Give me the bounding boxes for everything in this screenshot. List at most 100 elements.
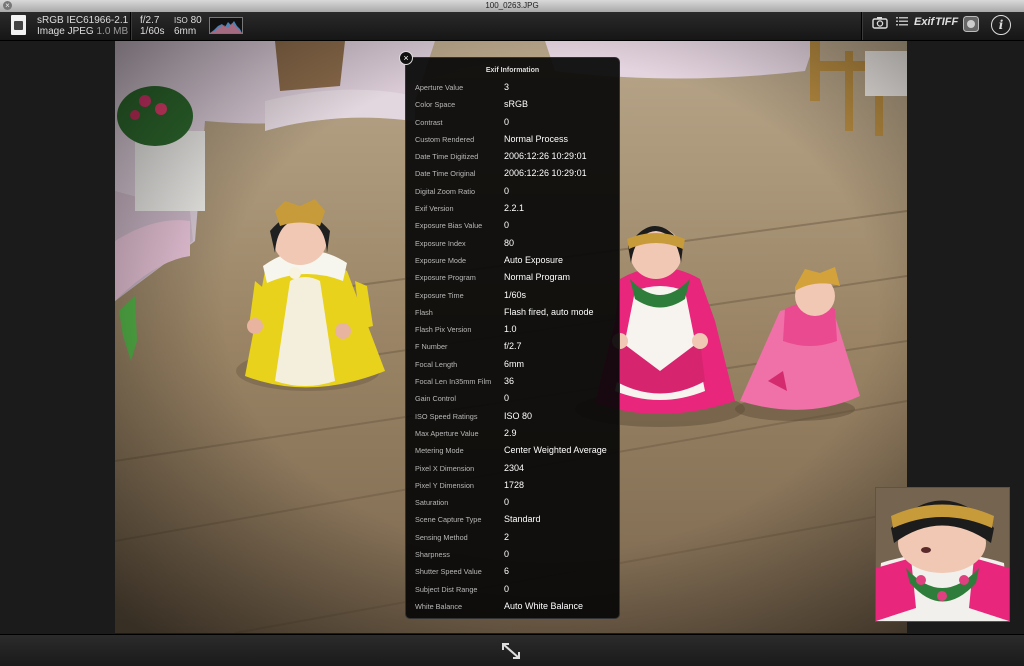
exif-row: Pixel X Dimension 2304 — [406, 460, 619, 477]
exif-key: Saturation — [415, 498, 449, 508]
exif-key: ISO Speed Ratings — [415, 411, 478, 421]
exif-value: 3 — [504, 82, 510, 92]
exif-value: 6 — [504, 566, 510, 577]
exif-tab[interactable]: Exif — [914, 16, 934, 28]
exif-key: Aperture Value — [415, 83, 464, 92]
exif-rows: Aperture Value 3 Color Space sRGB Contrast 0 C… — [406, 79, 619, 615]
exif-row: Pixel Y Dimension 1728 — [406, 477, 619, 494]
exif-value: 1.0 — [504, 324, 517, 335]
panel-close-icon[interactable]: × — [399, 51, 413, 65]
exif-row: Date Time Original 2006:12:26 10:29:01 — [406, 165, 619, 182]
info-icon[interactable]: i — [991, 15, 1011, 35]
exif-row: Color Space sRGB — [406, 96, 619, 113]
exif-key: Flash Pix Version — [415, 325, 472, 335]
exif-value: sRGB — [504, 99, 529, 110]
loupe-thumbnail[interactable] — [875, 487, 1010, 622]
exif-row: Aperture Value 3 — [406, 79, 619, 96]
gps-icon[interactable] — [963, 16, 979, 35]
file-type: Image JPEG — [37, 26, 94, 37]
file-size: 1.0 MB — [96, 26, 129, 37]
exif-value: 36 — [504, 376, 515, 387]
exif-value: 1/60s — [504, 289, 527, 300]
exif-row: ISO Speed Ratings ISO 80 — [406, 408, 619, 425]
exif-row: Digital Zoom Ratio 0 — [406, 183, 619, 200]
fullscreen-icon[interactable] — [500, 641, 522, 666]
iso-label: ISO — [174, 16, 188, 25]
exif-key: Shutter Speed Value — [415, 567, 482, 577]
exif-key: Flash — [415, 307, 433, 317]
exif-row: Subject Dist Range 0 — [406, 581, 619, 598]
exif-row: Date Time Digitized 2006:12:26 10:29:01 — [406, 148, 619, 165]
exif-value: Standard — [504, 514, 541, 525]
exif-value: 2006:12:26 10:29:01 — [504, 168, 587, 179]
exif-row: Sensing Method 2 — [406, 529, 619, 546]
list-icon[interactable] — [896, 16, 908, 31]
exif-row: Exposure Mode Auto Exposure — [406, 252, 619, 269]
exif-value: 0 — [504, 116, 510, 127]
exif-key: Gain Control — [415, 394, 456, 404]
exif-row: Metering Mode Center Weighted Average — [406, 442, 619, 459]
exif-value: 2.9 — [504, 427, 517, 438]
focal-readout: 6mm — [174, 26, 197, 37]
exif-value: 6mm — [504, 358, 524, 369]
exif-key: Metering Mode — [415, 446, 464, 456]
exif-value: Normal Process — [504, 133, 569, 144]
exif-info-panel: × Exif Information Aperture Value 3 Color … — [399, 51, 620, 619]
exif-key: Exposure Bias Value — [415, 221, 483, 231]
exif-key: Date Time Digitized — [415, 152, 479, 162]
exif-key: Contrast — [415, 117, 443, 127]
tiff-tab[interactable]: TIFF — [935, 16, 958, 28]
exif-value: 0 — [504, 185, 510, 196]
camera-icon[interactable] — [872, 16, 888, 32]
panel-title: Exif Information — [485, 67, 540, 74]
exif-row: Exposure Bias Value 0 — [406, 217, 619, 234]
exif-key: Exposure Time — [415, 290, 464, 300]
exif-key: Pixel X Dimension — [415, 463, 475, 473]
exif-row: F Number f/2.7 — [406, 338, 619, 355]
info-toolbar: sRGB IEC61966-2.1 Image JPEG 1.0 MB f/2.… — [0, 12, 1024, 41]
color-profile: sRGB IEC61966-2.1 — [37, 15, 129, 26]
histogram-icon[interactable] — [209, 17, 243, 34]
iso-readout: 80 — [190, 15, 202, 26]
exif-key: Exposure Index — [415, 238, 466, 248]
exif-row: Flash Pix Version 1.0 — [406, 321, 619, 338]
exif-value: 2 — [504, 531, 510, 542]
exif-value: 2304 — [504, 462, 525, 473]
exif-key: Sensing Method — [415, 532, 468, 542]
exif-value: f/2.7 — [504, 341, 522, 352]
exif-value: 2.2.1 — [504, 203, 525, 214]
exif-value: 0 — [504, 393, 510, 404]
exif-key: Custom Rendered — [415, 134, 475, 144]
exif-value: 0 — [504, 497, 510, 508]
exif-value: ISO 80 — [504, 410, 533, 421]
exif-row: Sharpness 0 — [406, 546, 619, 563]
exif-row: Gain Control 0 — [406, 390, 619, 407]
loupe-image — [876, 488, 1009, 621]
exif-value: Center Weighted Average — [504, 445, 607, 456]
exif-value: 80 — [504, 237, 515, 248]
exif-row: Shutter Speed Value 6 — [406, 563, 619, 580]
window-title: 100_0263.JPG — [485, 1, 539, 10]
exif-row: Saturation 0 — [406, 494, 619, 511]
exif-value: Flash fired, auto mode — [504, 306, 594, 317]
exif-value: 0 — [504, 583, 510, 594]
exif-key: Sharpness — [415, 550, 450, 560]
exif-value: Normal Program — [504, 272, 571, 283]
exif-key: Exif Version — [415, 204, 454, 214]
exif-value: 0 — [504, 549, 510, 560]
bottom-bar — [0, 634, 1024, 666]
exif-key: White Balance — [415, 601, 463, 611]
shutter-readout: 1/60s — [140, 26, 165, 37]
exif-row: Exposure Index 80 — [406, 235, 619, 252]
exif-key: Digital Zoom Ratio — [415, 186, 476, 196]
exif-row: Flash Flash fired, auto mode — [406, 304, 619, 321]
exif-row: Max Aperture Value 2.9 — [406, 425, 619, 442]
exif-key: Color Space — [415, 100, 456, 110]
aperture-readout: f/2.7 — [140, 15, 160, 26]
exif-value: 0 — [504, 220, 510, 231]
exif-value: Auto White Balance — [504, 600, 584, 611]
exif-key: Subject Dist Range — [415, 584, 478, 594]
exif-value: 2006:12:26 10:29:01 — [504, 151, 587, 162]
file-icon — [11, 15, 26, 35]
exif-value: 1728 — [504, 479, 525, 490]
